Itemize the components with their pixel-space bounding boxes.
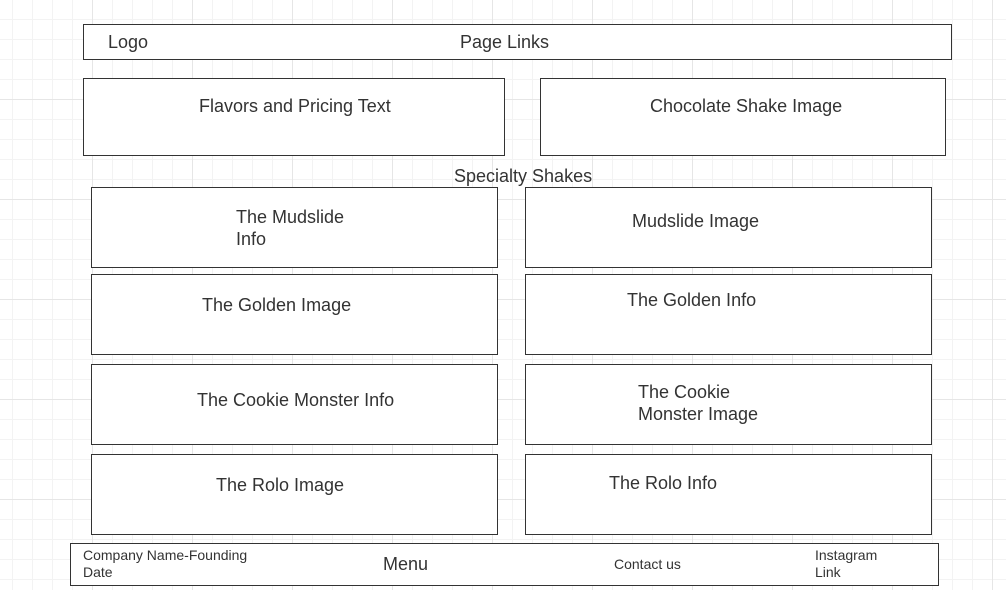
rolo-image-label: The Rolo Image — [216, 475, 345, 495]
footer-bar: Company Name-Founding Date Menu Contact … — [70, 543, 939, 586]
mudslide-info-line1: The Mudslide — [236, 207, 345, 227]
header-bar: Logo Page Links — [83, 24, 952, 60]
company-name-line2: Date — [83, 564, 113, 580]
instagram-link-line2[interactable]: Link — [815, 564, 841, 581]
rolo-info-box: The Rolo Info — [525, 454, 932, 535]
page-links[interactable]: Page Links — [460, 31, 549, 53]
rolo-image-box: The Rolo Image — [91, 454, 498, 535]
golden-info-label: The Golden Info — [627, 290, 757, 310]
chocolate-shake-image-box: Chocolate Shake Image — [540, 78, 946, 156]
golden-image-box: The Golden Image — [91, 274, 498, 355]
chocolate-shake-image-label: Chocolate Shake Image — [650, 96, 843, 116]
section-title: Specialty Shakes — [454, 166, 593, 186]
golden-info-box: The Golden Info — [525, 274, 932, 355]
contact-us-link[interactable]: Contact us — [614, 556, 681, 573]
flavors-pricing-box: Flavors and Pricing Text — [83, 78, 505, 156]
mudslide-image-label: Mudslide Image — [632, 211, 760, 231]
cookie-monster-image-box: The Cookie Monster Image — [525, 364, 932, 445]
company-name-line1: Company Name-Founding — [83, 547, 248, 563]
footer-menu-link[interactable]: Menu — [383, 553, 428, 575]
mudslide-info-box: The Mudslide Info — [91, 187, 498, 268]
cookie-monster-image-line1: The Cookie — [638, 382, 731, 402]
mudslide-image-box: Mudslide Image — [525, 187, 932, 268]
cookie-monster-info-box: The Cookie Monster Info — [91, 364, 498, 445]
instagram-link-line1[interactable]: Instagram — [815, 547, 877, 564]
golden-image-label: The Golden Image — [202, 295, 352, 315]
rolo-info-label: The Rolo Info — [609, 473, 718, 493]
logo[interactable]: Logo — [108, 31, 148, 53]
flavors-pricing-text: Flavors and Pricing Text — [199, 96, 391, 116]
mudslide-info-line2: Info — [236, 229, 267, 249]
cookie-monster-image-line2: Monster Image — [638, 404, 759, 424]
cookie-monster-info-label: The Cookie Monster Info — [197, 390, 395, 410]
